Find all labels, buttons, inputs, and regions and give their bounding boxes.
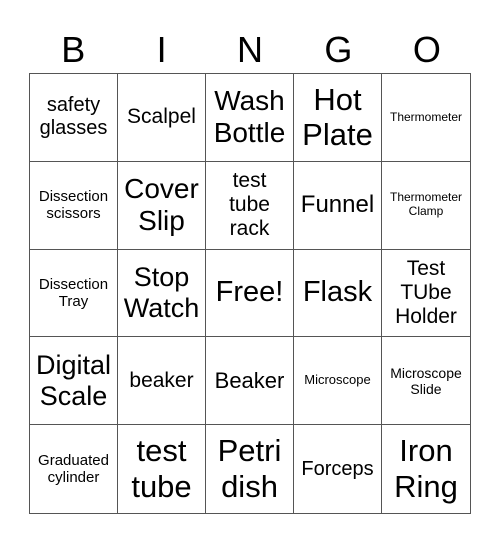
- cell-label: Dissection scissors: [38, 187, 109, 223]
- cell-label: Microscope: [304, 372, 371, 388]
- bingo-cell[interactable]: Flask: [294, 249, 382, 338]
- bingo-cell[interactable]: beaker: [118, 337, 206, 426]
- cell-label: Microscope Slide: [390, 364, 462, 397]
- cell-label: test tube rack: [229, 168, 270, 241]
- bingo-cell[interactable]: Cover Slip: [118, 161, 206, 250]
- bingo-cell[interactable]: Funnel: [294, 161, 382, 250]
- bingo-cell[interactable]: Thermometer Clamp: [382, 162, 470, 250]
- bingo-cell[interactable]: Forceps: [294, 425, 382, 513]
- bingo-cell[interactable]: Digital Scale: [30, 337, 118, 426]
- cell-label: beaker: [129, 368, 194, 392]
- bingo-cell[interactable]: Graduated cylinder: [30, 425, 118, 513]
- bingo-cell[interactable]: safety glasses: [30, 74, 118, 162]
- bingo-cell[interactable]: Beaker: [206, 337, 294, 426]
- header-letter-o: O: [412, 29, 441, 70]
- cell-label: Thermometer Clamp: [389, 190, 463, 219]
- cell-label: test tube: [131, 433, 192, 505]
- bingo-cell[interactable]: Microscope: [294, 337, 382, 426]
- cell-label: Petri dish: [217, 433, 282, 505]
- bingo-cell[interactable]: Dissection Tray: [30, 249, 118, 338]
- bingo-cell[interactable]: Wash Bottle: [206, 74, 294, 162]
- cell-label: Scalpel: [127, 105, 196, 129]
- cell-label: Test TUbe Holder: [395, 256, 457, 329]
- cell-label: Thermometer: [389, 109, 463, 124]
- cell-label: Free!: [215, 276, 284, 309]
- bingo-cell[interactable]: Hot Plate: [294, 74, 382, 162]
- bingo-cell[interactable]: test tube: [118, 425, 206, 513]
- bingo-cell[interactable]: Petri dish: [206, 425, 294, 513]
- header-letter-b: B: [61, 29, 86, 70]
- cell-label: Beaker: [214, 368, 285, 394]
- cell-label: Dissection Tray: [38, 275, 109, 310]
- bingo-cell[interactable]: Thermometer: [382, 74, 470, 162]
- cell-label: Cover Slip: [124, 173, 199, 237]
- cell-label: Wash Bottle: [213, 85, 286, 149]
- cell-label: Digital Scale: [35, 349, 112, 411]
- bingo-cell[interactable]: Iron Ring: [382, 425, 470, 513]
- cell-label: safety glasses: [39, 94, 108, 140]
- bingo-cell[interactable]: Dissection scissors: [30, 161, 118, 250]
- cell-label: Graduated cylinder: [38, 451, 109, 487]
- bingo-cell[interactable]: Stop Watch: [118, 249, 206, 338]
- free-space-cell[interactable]: Free!: [206, 249, 294, 338]
- cell-label: Stop Watch: [123, 261, 200, 323]
- cell-label: Hot Plate: [302, 81, 373, 153]
- header-letter-n: N: [237, 29, 264, 70]
- bingo-cell[interactable]: test tube rack: [206, 161, 294, 250]
- cell-label: Forceps: [301, 457, 374, 480]
- bingo-cell[interactable]: Microscope Slide: [382, 337, 470, 426]
- bingo-cell[interactable]: Test TUbe Holder: [382, 250, 470, 338]
- header-letter-g: G: [324, 29, 353, 70]
- cell-label: Funnel: [300, 191, 375, 219]
- cell-label: Flask: [302, 276, 373, 309]
- bingo-cell[interactable]: Scalpel: [118, 74, 206, 162]
- bingo-grid: safety glasses Scalpel Wash Bottle Hot P…: [29, 73, 471, 514]
- header-letter-i: I: [156, 29, 167, 70]
- bingo-header: B I N G O: [29, 28, 471, 72]
- cell-label: Iron Ring: [394, 433, 458, 505]
